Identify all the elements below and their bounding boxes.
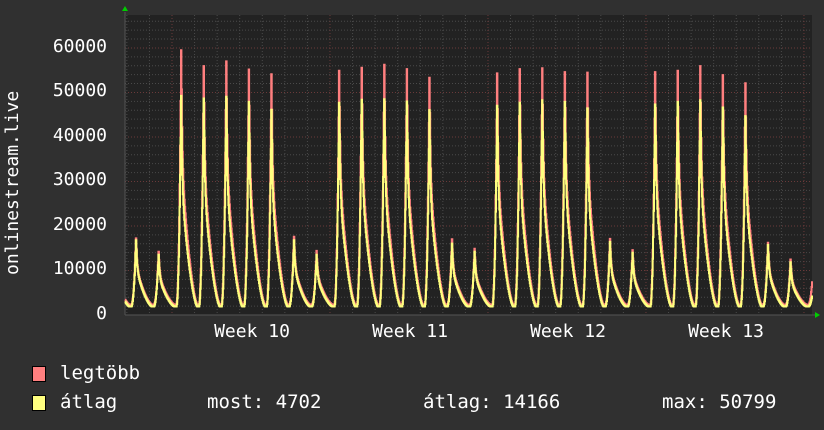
x-axis-arrow-icon: [815, 312, 820, 318]
y-tick-label: 0: [96, 303, 107, 324]
y-axis-label: onlinestream.live: [2, 90, 23, 275]
x-tick-label: Week 10: [214, 321, 290, 342]
legend-swatch-max: [32, 366, 46, 382]
y-tick-label: 50000: [52, 80, 107, 102]
chart-root: onlinestream.live 0 10000 20000 30000 40000 5…: [0, 0, 824, 430]
x-tick-label: Week 12: [530, 321, 606, 342]
stat-average: átlag: 14166: [423, 391, 561, 413]
legend-swatch-avg: [32, 395, 46, 411]
legend-label-max: legtöbb: [60, 362, 141, 384]
y-tick-label: 40000: [52, 124, 107, 146]
y-axis-arrow-icon: [122, 6, 128, 11]
stat-current: most: 4702: [207, 391, 322, 413]
legend-label-avg: átlag: [60, 391, 118, 413]
x-tick-label: Week 13: [688, 321, 764, 342]
y-tick-label: 10000: [52, 258, 107, 280]
stat-max: max: 50799: [662, 391, 777, 413]
y-tick-label: 30000: [52, 169, 107, 191]
y-tick-label: 20000: [52, 213, 107, 235]
x-tick-label: Week 11: [372, 321, 448, 342]
y-tick-label: 60000: [52, 35, 107, 57]
